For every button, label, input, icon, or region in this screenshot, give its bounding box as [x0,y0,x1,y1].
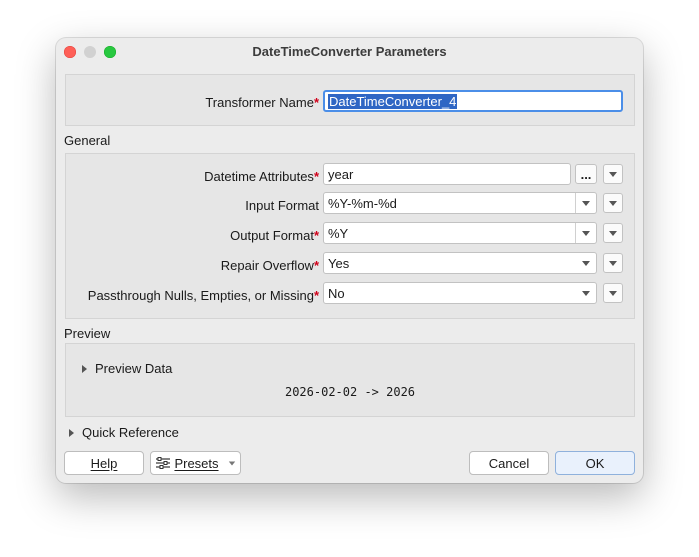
chevron-down-icon [609,230,617,236]
transformer-name-panel: Transformer Name* DateTimeConverter_4 [65,74,635,126]
chevron-down-icon [609,290,617,296]
passthrough-menu-button[interactable] [603,283,623,303]
presets-button[interactable]: Presets [150,451,241,475]
input-format-menu-button[interactable] [603,193,623,213]
window-title: DateTimeConverter Parameters [252,44,447,59]
preview-output: 2026-02-02 -> 2026 [284,385,416,399]
sliders-icon [156,457,171,469]
preview-data-label: Preview Data [95,361,173,376]
datetime-attributes-label: Datetime Attributes* [204,169,319,184]
transformer-name-value: DateTimeConverter_4 [328,94,458,109]
chevron-down-icon[interactable] [576,253,596,273]
preview-data-toggle[interactable]: Preview Data [82,361,172,376]
chevron-down-icon[interactable] [575,193,596,213]
datetime-attributes-input[interactable]: year [323,163,571,185]
repair-overflow-menu-button[interactable] [603,253,623,273]
chevron-down-icon [609,200,617,206]
chevron-down-icon[interactable] [576,283,596,303]
dialog-window: DateTimeConverter Parameters Transformer… [56,38,643,483]
passthrough-label: Passthrough Nulls, Empties, or Missing* [87,288,319,303]
cancel-button[interactable]: Cancel [469,451,549,475]
ok-button[interactable]: OK [555,451,635,475]
output-format-combo[interactable]: %Y [323,222,597,244]
preview-heading: Preview [64,326,111,341]
transformer-name-input[interactable]: DateTimeConverter_4 [323,90,623,112]
help-button[interactable]: Help [64,451,144,475]
output-format-menu-button[interactable] [603,223,623,243]
required-marker: * [313,95,319,110]
chevron-down-icon [609,171,617,177]
repair-overflow-label: Repair Overflow* [220,258,319,273]
repair-overflow-select[interactable]: Yes [323,252,597,274]
preview-panel: Preview Data 2026-02-02 -> 2026 [65,343,635,417]
attribute-picker-button[interactable]: ... [575,164,597,184]
chevron-right-icon [69,428,74,437]
input-format-combo[interactable]: %Y-%m-%d [323,192,597,214]
quick-reference-toggle[interactable]: Quick Reference [69,425,179,440]
quick-reference-label: Quick Reference [82,425,179,440]
chevron-down-icon[interactable] [575,223,596,243]
general-heading: General [64,133,111,148]
title-bar: DateTimeConverter Parameters [56,38,643,66]
general-panel: Datetime Attributes* year ... Input Form… [65,153,635,319]
chevron-down-icon [609,260,617,266]
input-format-label: Input Format [245,198,319,213]
datetime-attributes-menu-button[interactable] [603,164,623,184]
chevron-right-icon [82,364,87,373]
chevron-down-icon [228,461,235,465]
passthrough-select[interactable]: No [323,282,597,304]
output-format-label: Output Format* [230,228,319,243]
transformer-name-label: Transformer Name* [205,95,319,110]
